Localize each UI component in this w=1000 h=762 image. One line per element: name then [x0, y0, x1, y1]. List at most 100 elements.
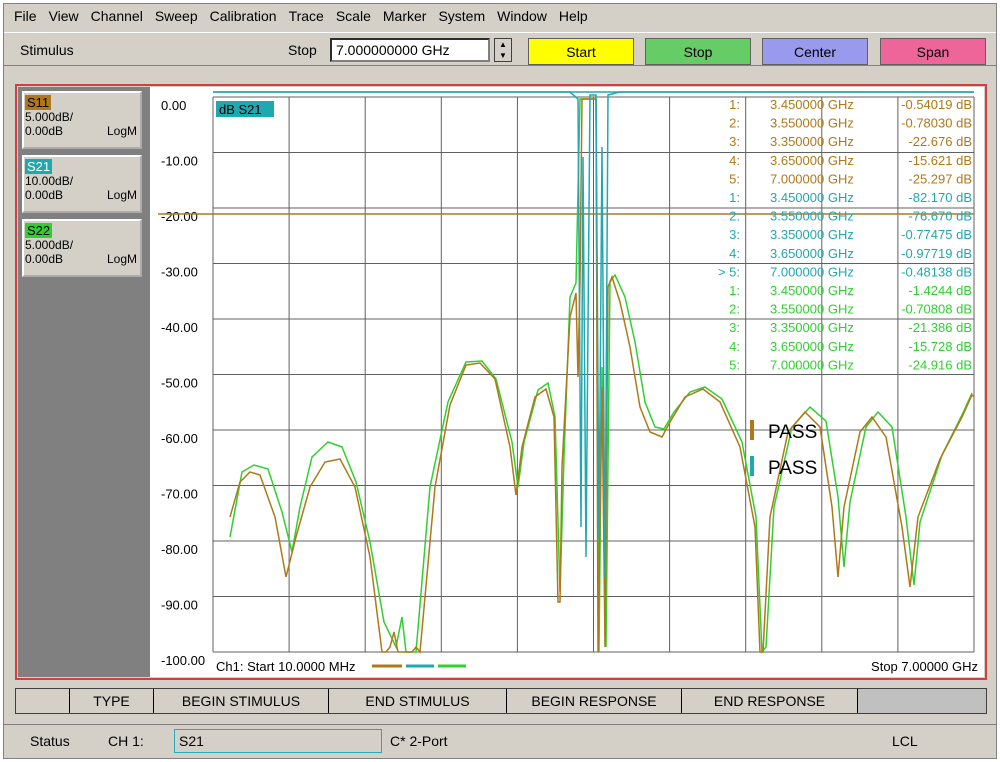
softkey-begin-response[interactable]: BEGIN RESPONSE [507, 689, 682, 713]
status-bar: Status CH 1: S21 C* 2-Port LCL [4, 724, 996, 758]
marker-value: -1.4244 dB [908, 283, 972, 298]
marker-frequency: 3.550000 GHz [770, 209, 854, 224]
y-tick-label: -60.00 [161, 431, 198, 446]
marker-number: 3: [729, 134, 740, 149]
marker-frequency: 3.450000 GHz [770, 190, 854, 205]
trace-ref: 0.00dB [25, 188, 64, 202]
menu-view[interactable]: View [43, 5, 85, 27]
y-tick-label: -80.00 [161, 542, 198, 557]
y-tick-label: -40.00 [161, 320, 198, 335]
marker-frequency: 3.350000 GHz [770, 320, 854, 335]
trace-name: S21 [25, 159, 53, 174]
menu-bar: File View Channel Sweep Calibration Trac… [4, 4, 996, 28]
start-button[interactable]: Start [528, 38, 634, 65]
softkey-blank[interactable] [16, 689, 70, 713]
menu-scale[interactable]: Scale [330, 5, 377, 27]
marker-frequency: 3.450000 GHz [770, 97, 854, 112]
marker-frequency: 3.450000 GHz [770, 283, 854, 298]
spin-up-icon[interactable]: ▲ [495, 39, 511, 50]
marker-frequency: 7.000000 GHz [770, 357, 854, 372]
y-tick-label: -70.00 [161, 487, 198, 502]
trace-ref: 0.00dB [25, 252, 64, 266]
marker-value: -15.621 dB [908, 153, 972, 168]
y-tick-label: -30.00 [161, 265, 198, 280]
y-tick-label: -10.00 [161, 154, 198, 169]
stop-frequency-input[interactable]: 7.000000000 GHz [330, 38, 490, 62]
menu-trace[interactable]: Trace [283, 5, 330, 27]
marker-frequency: 3.550000 GHz [770, 302, 854, 317]
trace-format: LogM [106, 252, 137, 266]
stop-frequency-spinner[interactable]: ▲ ▼ [494, 38, 512, 62]
status-active-trace: S21 [174, 729, 382, 753]
marker-value: -0.77475 dB [901, 227, 972, 242]
y-tick-label: -20.00 [161, 209, 198, 224]
sweep-start-label: Ch1: Start 10.0000 MHz [216, 659, 355, 674]
status-label: Status [30, 733, 70, 749]
menu-help[interactable]: Help [553, 5, 594, 27]
active-trace-label: dB S21 [219, 102, 262, 117]
marker-frequency: 3.650000 GHz [770, 246, 854, 261]
marker-value: -15.728 dB [908, 339, 972, 354]
softkey-bar: TYPE BEGIN STIMULUS END STIMULUS BEGIN R… [15, 688, 987, 714]
y-tick-label: 0.00 [161, 98, 186, 113]
marker-value: -0.54019 dB [901, 97, 972, 112]
pass-indicator [750, 456, 754, 476]
menu-calibration[interactable]: Calibration [204, 5, 283, 27]
trace-button-s21[interactable]: S21 10.00dB/ 0.00dB LogM [22, 155, 142, 213]
marker-value: -0.48138 dB [901, 264, 972, 279]
pass-label: PASS [768, 458, 817, 479]
marker-number: 4: [729, 246, 740, 261]
stimulus-toolbar: Stimulus Stop 7.000000000 GHz ▲ ▼ Start … [4, 32, 996, 66]
marker-number: 4: [729, 153, 740, 168]
span-button[interactable]: Span [880, 38, 986, 65]
menu-channel[interactable]: Channel [85, 5, 149, 27]
softkey-end-stimulus[interactable]: END STIMULUS [329, 689, 507, 713]
marker-number: 5: [729, 171, 740, 186]
marker-number: 5: [729, 357, 740, 372]
menu-window[interactable]: Window [491, 5, 553, 27]
y-tick-label: -90.00 [161, 598, 198, 613]
marker-frequency: 3.350000 GHz [770, 227, 854, 242]
trace-name: S11 [25, 95, 52, 110]
center-button[interactable]: Center [762, 38, 868, 65]
marker-number: 3: [729, 227, 740, 242]
marker-number: 3: [729, 320, 740, 335]
marker-frequency: 3.350000 GHz [770, 134, 854, 149]
marker-number: 2: [729, 302, 740, 317]
y-tick-label: -100.00 [161, 653, 205, 668]
menu-system[interactable]: System [432, 5, 491, 27]
trace-format: LogM [106, 124, 137, 138]
marker-number: 1: [729, 283, 740, 298]
marker-value: -22.676 dB [908, 134, 972, 149]
pass-label: PASS [768, 422, 817, 443]
marker-value: -0.70808 dB [901, 302, 972, 317]
status-calibration: C* 2-Port [390, 733, 448, 749]
stop-button[interactable]: Stop [645, 38, 751, 65]
stimulus-label: Stimulus [20, 42, 74, 58]
stop-label: Stop [288, 42, 317, 58]
trace-button-s11[interactable]: S11 5.000dB/ 0.00dB LogM [22, 91, 142, 149]
softkey-type[interactable]: TYPE [70, 689, 154, 713]
marker-number: 2: [729, 209, 740, 224]
marker-number: 1: [729, 97, 740, 112]
menu-sweep[interactable]: Sweep [149, 5, 204, 27]
menu-marker[interactable]: Marker [377, 5, 433, 27]
trace-ref: 0.00dB [25, 124, 64, 138]
pass-indicator [750, 420, 754, 440]
softkey-end-response[interactable]: END RESPONSE [682, 689, 858, 713]
sweep-stop-label: Stop 7.00000 GHz [871, 659, 978, 674]
menu-file[interactable]: File [8, 5, 43, 27]
marker-number: 1: [729, 190, 740, 205]
status-channel: CH 1: [108, 733, 144, 749]
trace-button-s22[interactable]: S22 5.000dB/ 0.00dB LogM [22, 219, 142, 277]
marker-value: -24.916 dB [908, 357, 972, 372]
marker-number: 2: [729, 116, 740, 131]
spin-down-icon[interactable]: ▼ [495, 50, 511, 61]
softkey-begin-stimulus[interactable]: BEGIN STIMULUS [154, 689, 329, 713]
trace-scale: 5.000dB/ [25, 110, 74, 124]
measurement-plot[interactable]: 0.00 -10.00 -20.00 -30.00 -40.00 -50.00 -60.00… [150, 87, 984, 677]
y-tick-label: -50.00 [161, 376, 198, 391]
marker-frequency: 7.000000 GHz [770, 171, 854, 186]
softkey-scroll[interactable] [858, 689, 986, 713]
marker-value: -82.170 dB [908, 190, 972, 205]
